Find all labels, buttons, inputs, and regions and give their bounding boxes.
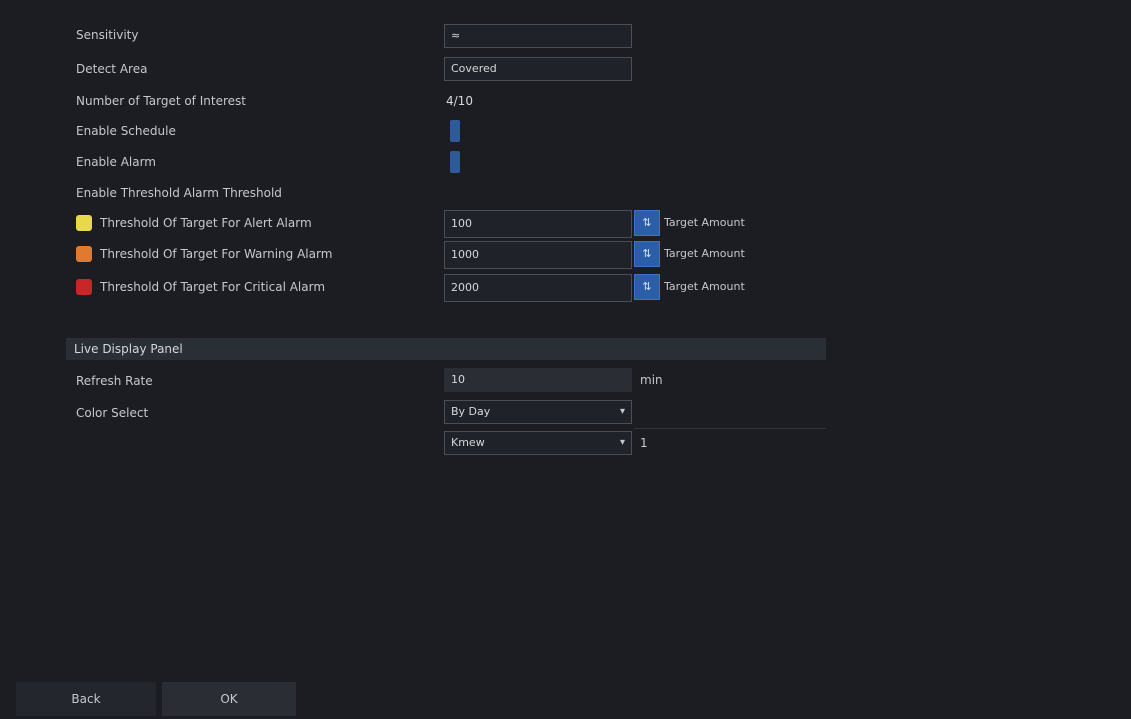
- label-threshold-critical: Threshold Of Target For Critical Alarm: [100, 280, 326, 294]
- threshold-critical-stepper[interactable]: ⇅: [634, 274, 660, 300]
- target-count-value: 4/10: [446, 94, 473, 108]
- schedule-toggle[interactable]: [450, 120, 460, 142]
- label-threshold-alert: Threshold Of Target For Alert Alarm: [100, 216, 312, 230]
- color-select-dropdown[interactable]: By Day ▾: [444, 400, 632, 424]
- threshold-alert-input[interactable]: 100: [444, 210, 632, 238]
- critical-color-swatch: [76, 279, 92, 295]
- label-enable-alarm: Enable Alarm: [76, 155, 156, 169]
- warning-color-swatch: [76, 246, 92, 262]
- settings-panel: Sensitivity ≈ Detect Area Covered Number…: [0, 0, 1131, 719]
- label-refresh-rate: Refresh Rate: [76, 374, 153, 388]
- label-threshold-warning: Threshold Of Target For Warning Alarm: [100, 247, 333, 261]
- chevron-down-icon: ▾: [619, 406, 625, 417]
- refresh-rate-unit: min: [640, 373, 663, 387]
- secondary-value: Kmew: [451, 436, 485, 449]
- threshold-warning-input[interactable]: 1000: [444, 241, 632, 269]
- color-select-value: By Day: [451, 405, 491, 418]
- threshold-alert-note: Target Amount: [664, 216, 745, 229]
- section-live-display: Live Display Panel: [66, 338, 826, 360]
- threshold-alert-stepper[interactable]: ⇅: [634, 210, 660, 236]
- detect-area-input[interactable]: Covered: [444, 57, 632, 81]
- refresh-rate-input[interactable]: 10: [444, 368, 632, 392]
- ok-button[interactable]: OK: [162, 682, 296, 716]
- chevron-down-icon: ▾: [619, 437, 625, 448]
- back-button[interactable]: Back: [16, 682, 156, 716]
- secondary-extra: 1: [640, 436, 648, 450]
- alert-color-swatch: [76, 215, 92, 231]
- label-sensitivity: Sensitivity: [76, 28, 139, 42]
- threshold-critical-input[interactable]: 2000: [444, 274, 632, 302]
- threshold-critical-note: Target Amount: [664, 280, 745, 293]
- divider: [634, 428, 826, 429]
- threshold-warning-note: Target Amount: [664, 247, 745, 260]
- label-color-select: Color Select: [76, 406, 149, 420]
- secondary-dropdown[interactable]: Kmew ▾: [444, 431, 632, 455]
- threshold-header: Enable Threshold Alarm Threshold: [76, 186, 282, 200]
- label-target-count: Number of Target of Interest: [76, 94, 246, 108]
- sensitivity-input[interactable]: ≈: [444, 24, 632, 48]
- label-enable-schedule: Enable Schedule: [76, 124, 176, 138]
- threshold-warning-stepper[interactable]: ⇅: [634, 241, 660, 267]
- alarm-toggle[interactable]: [450, 151, 460, 173]
- label-detect-area: Detect Area: [76, 62, 148, 76]
